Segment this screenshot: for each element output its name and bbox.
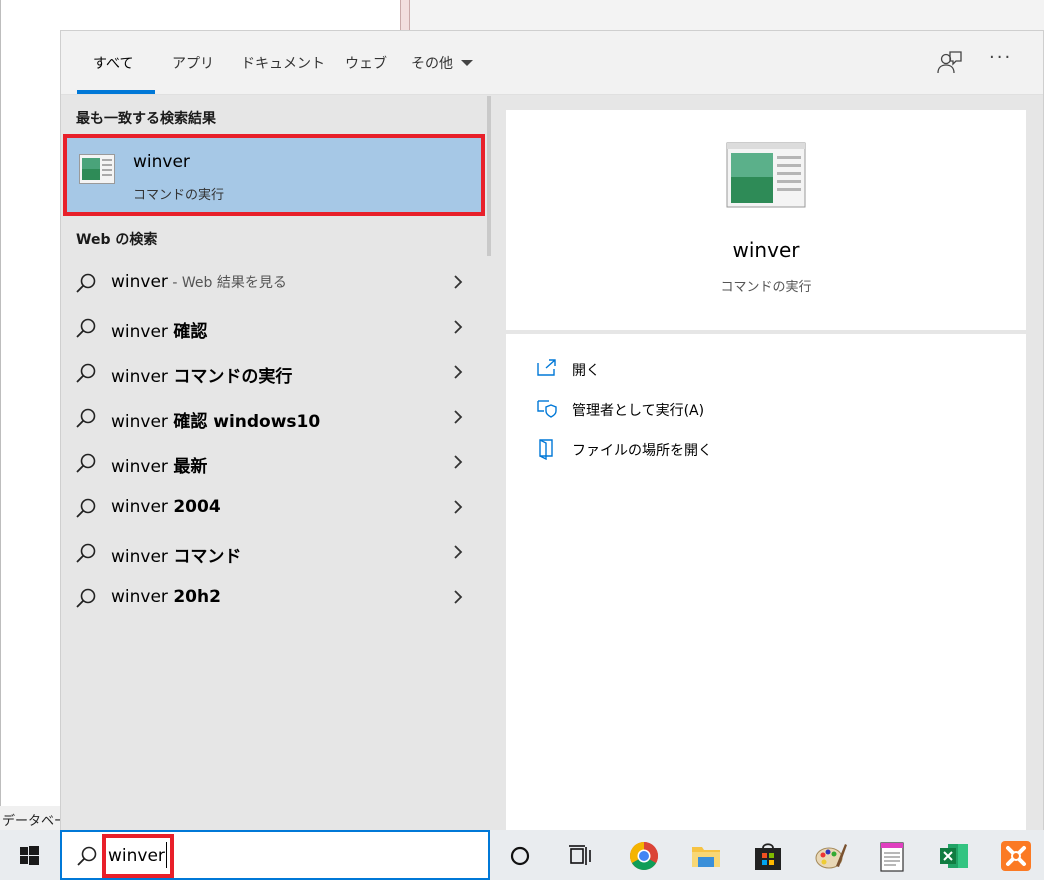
web-result-text: winver 20h2 bbox=[111, 587, 221, 607]
tab-web[interactable]: ウェブ bbox=[345, 53, 387, 73]
web-result-row[interactable]: winver 20h2 bbox=[61, 576, 491, 620]
notepad-app-icon[interactable] bbox=[874, 838, 910, 874]
file-explorer-icon[interactable] bbox=[688, 838, 724, 874]
results-scrollbar[interactable] bbox=[487, 96, 491, 256]
web-result-suggestion: 20h2 bbox=[173, 587, 221, 607]
tab-documents[interactable]: ドキュメント bbox=[241, 53, 325, 73]
best-match-subtitle: コマンドの実行 bbox=[133, 188, 225, 203]
preview-pane: winver コマンドの実行 bbox=[506, 110, 1026, 330]
search-icon bbox=[76, 273, 96, 293]
chevron-right-icon bbox=[454, 320, 463, 334]
search-icon bbox=[76, 453, 96, 473]
chevron-right-icon bbox=[454, 365, 463, 379]
more-options-icon[interactable]: ··· bbox=[989, 47, 1012, 68]
web-result-text: winver - Web 結果を見る bbox=[111, 272, 287, 292]
web-search-heading: Web の検索 bbox=[76, 232, 158, 248]
caret-down-icon bbox=[461, 60, 473, 66]
web-result-query: winver bbox=[111, 272, 168, 292]
web-result-text: winver コマンドの実行 bbox=[111, 362, 292, 387]
chevron-right-icon bbox=[454, 455, 463, 469]
background-status-text: データベー bbox=[0, 806, 62, 830]
best-match-result[interactable]: winver コマンドの実行 bbox=[63, 134, 485, 216]
web-result-query: winver bbox=[111, 412, 174, 432]
search-input[interactable]: winver bbox=[108, 846, 165, 866]
search-icon bbox=[76, 408, 96, 428]
search-icon bbox=[76, 498, 96, 518]
web-result-query: winver bbox=[111, 322, 174, 342]
active-tab-indicator bbox=[77, 90, 155, 94]
preview-subtitle: コマンドの実行 bbox=[720, 280, 812, 295]
chrome-icon[interactable] bbox=[626, 838, 662, 874]
task-view-icon[interactable] bbox=[562, 838, 598, 874]
web-result-row[interactable]: winver 最新 bbox=[61, 441, 491, 485]
chevron-right-icon bbox=[454, 410, 463, 424]
web-result-query: winver bbox=[111, 497, 174, 517]
tab-more[interactable]: その他 bbox=[411, 53, 473, 73]
web-result-row[interactable]: winver - Web 結果を見る bbox=[61, 261, 491, 305]
action-open-file-location-label: ファイルの場所を開く bbox=[572, 443, 712, 459]
search-flyout: すべて アプリ ドキュメント ウェブ その他 ··· 最も一致する検索結果 wi bbox=[60, 30, 1044, 831]
action-open-label: 開く bbox=[572, 363, 600, 379]
web-result-query: winver bbox=[111, 587, 174, 607]
web-result-suggestion: 確認 windows10 bbox=[173, 412, 321, 432]
background-window-edge bbox=[400, 0, 410, 30]
chevron-right-icon bbox=[454, 590, 463, 604]
winver-app-icon-large bbox=[726, 142, 806, 208]
action-run-as-admin-label: 管理者として実行(A) bbox=[572, 403, 705, 419]
search-icon bbox=[76, 318, 96, 338]
chevron-right-icon bbox=[454, 500, 463, 514]
web-result-hint: - Web 結果を見る bbox=[167, 275, 287, 291]
web-result-suggestion: コマンドの実行 bbox=[173, 367, 293, 387]
results-column: 最も一致する検索結果 winver コマンドの実行 Web の検索 winver… bbox=[61, 96, 491, 831]
preview-actions: 開く 管理者として実行(A) ファイルの場所を開く bbox=[506, 334, 1026, 831]
chevron-right-icon bbox=[454, 275, 463, 289]
tab-more-label: その他 bbox=[411, 56, 453, 72]
web-result-query: winver bbox=[111, 457, 174, 477]
tab-apps[interactable]: アプリ bbox=[172, 53, 214, 73]
web-result-suggestion: 2004 bbox=[173, 497, 221, 517]
chevron-right-icon bbox=[454, 545, 463, 559]
search-icon bbox=[76, 363, 96, 383]
open-icon bbox=[537, 359, 556, 376]
winver-app-icon bbox=[79, 154, 115, 184]
web-result-query: winver bbox=[111, 367, 174, 387]
web-result-suggestion: 最新 bbox=[173, 457, 208, 477]
search-icon bbox=[76, 588, 96, 608]
web-result-text: winver コマンド bbox=[111, 542, 241, 567]
taskbar: winver bbox=[0, 830, 1044, 880]
feedback-icon[interactable] bbox=[935, 49, 963, 77]
windows-start-icon[interactable] bbox=[8, 838, 52, 874]
web-result-row[interactable]: winver 確認 windows10 bbox=[61, 396, 491, 440]
web-result-row[interactable]: winver 2004 bbox=[61, 486, 491, 530]
web-result-text: winver 最新 bbox=[111, 452, 207, 477]
tab-all[interactable]: すべて bbox=[93, 53, 133, 73]
text-cursor bbox=[166, 842, 167, 868]
web-result-row[interactable]: winver コマンドの実行 bbox=[61, 351, 491, 395]
web-result-text: winver 確認 windows10 bbox=[111, 407, 320, 432]
web-result-row[interactable]: winver コマンド bbox=[61, 531, 491, 575]
microsoft-store-icon[interactable] bbox=[750, 838, 786, 874]
web-result-suggestion: コマンド bbox=[173, 547, 242, 567]
xampp-icon[interactable] bbox=[998, 838, 1034, 874]
search-icon bbox=[76, 543, 96, 563]
file-location-icon bbox=[539, 439, 553, 460]
best-match-title: winver bbox=[133, 152, 190, 172]
web-result-query: winver bbox=[111, 547, 174, 567]
shield-icon bbox=[537, 400, 557, 418]
cortana-icon[interactable] bbox=[502, 838, 538, 874]
excel-icon[interactable] bbox=[936, 838, 972, 874]
web-result-row[interactable]: winver 確認 bbox=[61, 306, 491, 350]
search-tab-bar: すべて アプリ ドキュメント ウェブ その他 ··· bbox=[61, 31, 1043, 95]
best-match-heading: 最も一致する検索結果 bbox=[76, 111, 216, 127]
web-result-suggestion: 確認 bbox=[173, 322, 208, 342]
background-window-top bbox=[410, 0, 1044, 30]
web-result-text: winver 確認 bbox=[111, 317, 207, 342]
search-icon bbox=[77, 846, 97, 866]
taskbar-search-box[interactable]: winver bbox=[60, 830, 490, 880]
preview-title: winver bbox=[732, 238, 800, 262]
web-result-text: winver 2004 bbox=[111, 497, 221, 517]
paint-icon[interactable] bbox=[812, 838, 848, 874]
